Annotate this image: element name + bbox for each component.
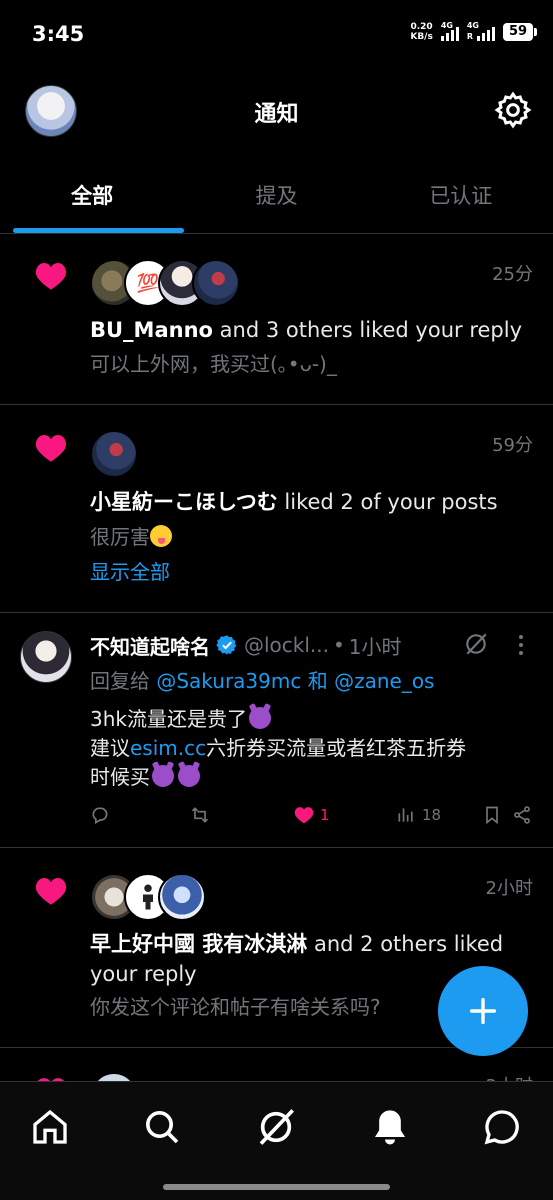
plus-icon — [469, 997, 497, 1025]
heart-icon — [35, 263, 67, 290]
post-line-text: 3hk流量还是贵了 — [90, 707, 247, 731]
liker-avatars — [90, 873, 206, 921]
notification-action: and 3 others liked your reply — [212, 318, 523, 342]
reply-and: 和 — [301, 669, 335, 693]
reply-button[interactable] — [90, 805, 110, 825]
analytics-icon — [398, 808, 413, 822]
devil-emoji-icon — [248, 707, 271, 729]
sim2-label: 4G — [466, 21, 479, 30]
notification-action: liked 2 of your posts — [277, 490, 498, 514]
signal-2-icon: 4G R — [466, 21, 495, 41]
notification-text: BU_Manno and 3 others liked your reply — [90, 315, 533, 345]
avatar[interactable] — [192, 259, 240, 307]
notification-snippet: 可以上外网，我买过(｡•ᴗ-)_ — [90, 352, 337, 376]
post-line-suffix: 六折券买流量或者红茶五折券 — [206, 736, 467, 760]
actor-name[interactable]: BU_Manno — [90, 318, 213, 342]
reply-post[interactable]: 不知道起啥名 @lockl... • 1小时 回复给 @Sakura39mc 和… — [0, 613, 553, 848]
share-button[interactable] — [512, 805, 532, 825]
like-button[interactable]: 1 — [294, 805, 330, 825]
notification-snippet: 很厉害 — [90, 522, 533, 552]
repost-button[interactable] — [190, 805, 210, 825]
share-icon — [514, 806, 530, 824]
actor-name[interactable]: 早上好中國 我有冰淇淋 — [90, 932, 307, 956]
tab-mentions[interactable]: 提及 — [184, 160, 368, 233]
actor-name[interactable]: 小星紡ーこほしつむ — [90, 490, 278, 514]
show-all-link[interactable]: 显示全部 — [90, 557, 533, 587]
yum-emoji-icon — [150, 525, 172, 547]
replying-to: 回复给 @Sakura39mc 和 @zane_os — [90, 665, 434, 694]
compose-button[interactable] — [438, 966, 528, 1056]
bookmark-icon — [486, 806, 498, 825]
mention-link[interactable]: @zane_os — [334, 669, 434, 693]
status-bar: 3:45 0.20 KB/s 4G 4G R 59 — [0, 0, 553, 70]
post-time: 1小时 — [348, 634, 402, 659]
separator-dot: • — [333, 633, 345, 657]
more-options-icon[interactable] — [511, 633, 531, 657]
author-name[interactable]: 不知道起啥名 — [90, 631, 210, 660]
verified-badge-icon — [216, 635, 237, 655]
network-speed-unit: KB/s — [410, 32, 433, 42]
avatar[interactable] — [20, 631, 72, 683]
heart-icon — [35, 878, 67, 905]
status-indicators: 0.20 KB/s 4G 4G R 59 — [410, 21, 537, 42]
sim1-label: 4G — [440, 21, 453, 30]
bottom-navigation — [0, 1081, 553, 1200]
snippet-text: 很厉害 — [90, 525, 150, 549]
repost-icon — [191, 807, 209, 823]
notification-time: 2小时 — [485, 878, 533, 899]
post-line: 建议esim.cc六折券买流量或者红茶五折券 — [90, 734, 533, 763]
bell-icon[interactable] — [370, 1107, 410, 1147]
heart-icon — [35, 435, 67, 462]
mention-link[interactable]: @Sakura39mc — [156, 669, 301, 693]
status-time: 3:45 — [32, 22, 85, 46]
views-button[interactable]: 18 — [396, 805, 441, 825]
author-handle[interactable]: @lockl... — [244, 633, 329, 657]
reply-icon — [92, 807, 108, 824]
post-line: 时候买 — [90, 763, 533, 792]
signal-1-icon: 4G — [440, 21, 459, 41]
network-speed-value: 0.20 — [410, 22, 433, 32]
app-header: 通知 — [0, 80, 553, 144]
gear-icon[interactable] — [493, 90, 533, 130]
page-title: 通知 — [254, 102, 299, 127]
network-speed: 0.20 KB/s — [410, 22, 432, 42]
view-count: 18 — [422, 806, 442, 824]
post-body: 3hk流量还是贵了 建议esim.cc六折券买流量或者红茶五折券 时候买 — [90, 705, 533, 792]
notification-like-2[interactable]: 59分 小星紡ーこほしつむ liked 2 of your posts 很厉害 … — [0, 405, 553, 613]
post-line-prefix: 建议 — [90, 736, 130, 760]
liker-avatars: 💯 — [90, 259, 240, 307]
home-icon[interactable] — [30, 1107, 70, 1147]
avatar[interactable] — [90, 430, 138, 478]
home-indicator — [163, 1184, 390, 1190]
messages-icon[interactable] — [482, 1107, 522, 1147]
avatar[interactable] — [158, 873, 206, 921]
devil-emoji-icon — [152, 765, 174, 787]
tab-verified[interactable]: 已认证 — [369, 160, 553, 233]
devil-emoji-icon — [178, 765, 200, 787]
notification-time: 59分 — [492, 435, 533, 456]
search-icon[interactable] — [142, 1107, 182, 1147]
battery-icon: 59 — [503, 23, 537, 41]
post-line-text: 时候买 — [90, 765, 150, 789]
notification-time: 25分 — [492, 264, 533, 285]
reply-prefix: 回复给 — [90, 669, 157, 693]
roaming-indicator: R — [466, 32, 473, 41]
grok-icon[interactable] — [256, 1107, 296, 1147]
liker-avatars — [90, 430, 138, 478]
post-actions: 1 18 — [90, 805, 533, 831]
grok-icon[interactable] — [463, 631, 489, 657]
notification-tabs: 全部 提及 已认证 — [0, 160, 553, 234]
post-line: 3hk流量还是贵了 — [90, 705, 533, 734]
notification-text: 小星紡ーこほしつむ liked 2 of your posts — [90, 487, 533, 517]
heart-icon — [294, 807, 314, 824]
url-link[interactable]: esim.cc — [130, 736, 206, 760]
like-count: 1 — [320, 806, 330, 824]
bookmark-button[interactable] — [482, 805, 502, 825]
notification-like-1[interactable]: 💯 25分 BU_Manno and 3 others liked your r… — [0, 235, 553, 405]
tab-all[interactable]: 全部 — [0, 160, 185, 233]
